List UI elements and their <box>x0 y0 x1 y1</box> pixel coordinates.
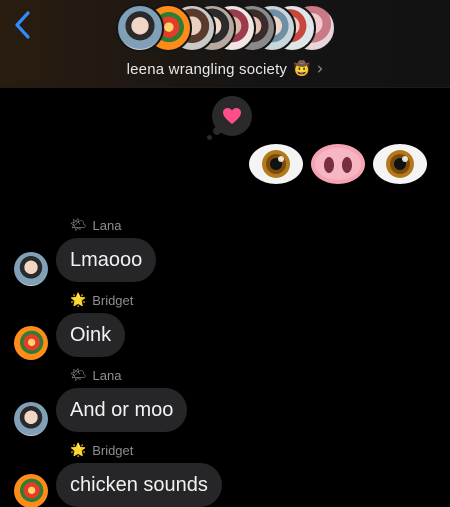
sender-label: Lana <box>92 218 122 233</box>
message-bubble[interactable]: Lmaooo <box>56 238 157 282</box>
group-name-button[interactable]: leena wrangling society 🤠 › <box>0 59 450 79</box>
pig-nose-icon <box>311 144 365 184</box>
group-avatar <box>116 4 164 52</box>
eye-icon <box>373 144 427 184</box>
sun-behind-cloud-icon: 🌤 <box>70 368 87 383</box>
avatar[interactable] <box>14 402 48 436</box>
conversation-header: leena wrangling society 🤠 › <box>0 0 450 88</box>
message-bubble[interactable]: And or moo <box>56 388 188 432</box>
sun-behind-cloud-icon: 🌤 <box>70 218 87 233</box>
sender-name: 🌤 Lana <box>70 368 121 383</box>
sender-name: 🌤 Lana <box>70 218 121 233</box>
glowing-star-icon: 🌟 <box>70 443 87 458</box>
avatar[interactable] <box>14 474 48 507</box>
message-bubble[interactable]: Oink <box>56 313 126 357</box>
thought-bubble-dot <box>207 135 212 140</box>
group-name: leena wrangling society <box>126 60 288 78</box>
reaction-thought-bubble[interactable] <box>212 96 252 136</box>
avatar[interactable] <box>14 252 48 286</box>
avatar[interactable] <box>14 326 48 360</box>
glowing-star-icon: 🌟 <box>70 293 87 308</box>
message-bubble[interactable]: chicken sounds <box>56 463 222 507</box>
emoji-message[interactable] <box>248 141 434 187</box>
sender-name: 🌟 Bridget <box>70 443 133 458</box>
heart-icon <box>223 108 241 124</box>
eye-icon <box>249 144 303 184</box>
sender-label: Bridget <box>92 293 134 308</box>
group-avatars[interactable] <box>116 4 336 54</box>
cowboy-emoji-icon: 🤠 <box>293 61 311 77</box>
sender-name: 🌟 Bridget <box>70 293 133 308</box>
chevron-left-icon <box>15 11 30 39</box>
back-button[interactable] <box>8 8 38 42</box>
chevron-right-icon: › <box>316 59 324 79</box>
sender-label: Bridget <box>92 443 134 458</box>
sender-label: Lana <box>92 368 122 383</box>
